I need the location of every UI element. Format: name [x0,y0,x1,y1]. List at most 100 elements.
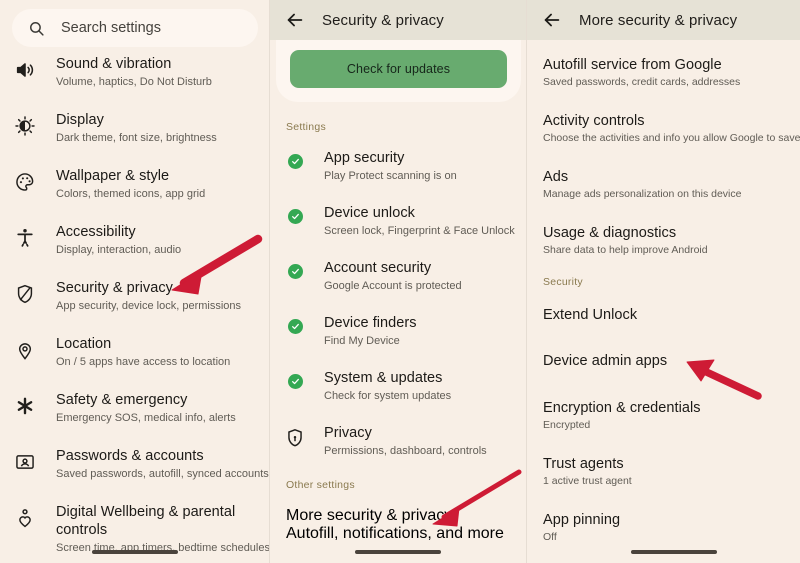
section-label-settings: Settings [286,121,326,133]
list-item-texts: Privacy Permissions, dashboard, controls [324,424,513,459]
list-item-usage-diagnostics[interactable]: Usage & diagnostics Share data to help i… [527,224,800,258]
sidebar-item-subtitle: Volume, haptics, Do Not Disturb [56,76,212,88]
list-item-autofill-service[interactable]: Autofill service from Google Saved passw… [527,56,800,90]
sidebar-item-title: Wallpaper & style [56,168,170,184]
sidebar-item-location[interactable]: Location On / 5 apps have access to loca… [0,335,270,370]
list-item-subtitle: Manage ads personalization on this devic… [543,188,742,200]
settings-list: Sound & vibration Volume, haptics, Do No… [0,55,270,556]
sidebar-item-texts: Display Dark theme, font size, brightnes… [56,111,256,146]
green-check-icon [284,209,306,224]
location-pin-icon [14,339,36,361]
brightness-icon [14,115,36,137]
screenshot-root: Search settings Sound & vibration Volume… [0,0,800,563]
list-item-account-security[interactable]: Account security Google Account is prote… [270,259,527,294]
list-item-title: App security [324,150,405,166]
sidebar-item-passwords-accounts[interactable]: Passwords & accounts Saved passwords, au… [0,447,270,482]
list-item-texts: Account security Google Account is prote… [324,259,513,294]
speaker-icon [14,59,36,81]
list-item-app-pinning[interactable]: App pinning Off [527,511,800,545]
list-item-extend-unlock[interactable]: Extend Unlock [527,306,800,324]
home-indicator [631,550,717,554]
id-badge-icon [14,451,36,473]
check-for-updates-button[interactable]: Check for updates [290,50,507,88]
list-item-texts: System & updates Check for system update… [324,369,513,404]
security-sublist: Extend Unlock Device admin apps Encrypti… [527,306,800,545]
back-arrow-icon[interactable] [284,9,306,31]
list-item-title: Autofill service from Google [543,57,722,73]
panel-security-privacy: Security & privacy Check for updates Set… [270,0,527,563]
search-icon [28,20,45,37]
shield-lock-icon [284,427,306,449]
list-item-title: Device finders [324,315,417,331]
list-item-subtitle: Share data to help improve Android [543,244,708,256]
search-input[interactable]: Search settings [12,9,258,47]
list-item-subtitle: Saved passwords, credit cards, addresses [543,76,741,88]
list-item-subtitle: Play Protect scanning is on [324,170,457,182]
list-item-title: Device unlock [324,205,415,221]
sidebar-item-display[interactable]: Display Dark theme, font size, brightnes… [0,111,270,146]
sidebar-item-safety-emergency[interactable]: Safety & emergency Emergency SOS, medica… [0,391,270,426]
sidebar-item-title: Safety & emergency [56,392,188,408]
update-card: Check for updates [276,40,521,102]
list-item-encryption-credentials[interactable]: Encryption & credentials Encrypted [527,399,800,433]
sidebar-item-title: Security & privacy [56,280,173,296]
app-bar-security-privacy: Security & privacy [270,0,527,40]
section-label-other-settings: Other settings [286,479,355,491]
list-item-title: System & updates [324,370,443,386]
green-check-icon [284,374,306,389]
more-security-list: Autofill service from Google Saved passw… [527,56,800,258]
sidebar-item-wallpaper-style[interactable]: Wallpaper & style Colors, themed icons, … [0,167,270,202]
list-item-system-updates[interactable]: System & updates Check for system update… [270,369,527,404]
sidebar-item-subtitle: Display, interaction, audio [56,244,182,256]
sidebar-item-title: Digital Wellbeing & parental controls [56,504,236,538]
security-settings-list: App security Play Protect scanning is on… [270,149,527,459]
sidebar-item-texts: Location On / 5 apps have access to loca… [56,335,256,370]
green-check-icon [284,154,306,169]
list-item-texts: Device unlock Screen lock, Fingerprint &… [324,204,515,239]
search-placeholder-text: Search settings [61,20,161,36]
panel-settings-list: Search settings Sound & vibration Volume… [0,0,270,563]
sidebar-item-accessibility[interactable]: Accessibility Display, interaction, audi… [0,223,270,258]
palette-icon [14,171,36,193]
sidebar-item-security-privacy[interactable]: Security & privacy App security, device … [0,279,270,314]
sidebar-item-sound-vibration[interactable]: Sound & vibration Volume, haptics, Do No… [0,55,270,90]
list-item-device-finders[interactable]: Device finders Find My Device [270,314,527,349]
sidebar-item-title: Location [56,336,112,352]
accessibility-icon [14,227,36,249]
app-bar-title: Security & privacy [322,11,444,29]
sidebar-item-subtitle: Saved passwords, autofill, synced accoun… [56,468,269,480]
sidebar-item-texts: Safety & emergency Emergency SOS, medica… [56,391,256,426]
list-item-subtitle: Off [543,531,557,543]
panel-more-security-privacy: More security & privacy Autofill service… [527,0,800,563]
app-bar-more-security-privacy: More security & privacy [527,0,800,40]
list-item-subtitle: Choose the activities and info you allow… [543,132,800,144]
list-item-title: Usage & diagnostics [543,225,677,241]
list-item-activity-controls[interactable]: Activity controls Choose the activities … [527,112,800,146]
sidebar-item-title: Sound & vibration [56,56,172,72]
back-arrow-icon[interactable] [541,9,563,31]
sidebar-item-texts: Passwords & accounts Saved passwords, au… [56,447,269,482]
list-item-device-admin-apps[interactable]: Device admin apps [527,352,800,370]
list-item-subtitle: Autofill, notifications, and more [286,525,504,542]
list-item-device-unlock[interactable]: Device unlock Screen lock, Fingerprint &… [270,204,527,239]
list-item-subtitle: 1 active trust agent [543,475,632,487]
list-item-title: Extend Unlock [543,307,638,323]
sidebar-item-texts: Wallpaper & style Colors, themed icons, … [56,167,256,202]
home-indicator [355,550,441,554]
sidebar-item-texts: Accessibility Display, interaction, audi… [56,223,256,258]
list-item-more-security-privacy[interactable]: More security & privacy Autofill, notifi… [270,507,527,543]
section-label-security: Security [543,276,583,288]
sidebar-item-texts: Digital Wellbeing & parental controls Sc… [56,503,270,556]
list-item-trust-agents[interactable]: Trust agents 1 active trust agent [527,455,800,489]
sidebar-item-subtitle: Emergency SOS, medical info, alerts [56,412,236,424]
app-bar-title: More security & privacy [579,11,738,29]
list-item-texts: Device finders Find My Device [324,314,513,349]
list-item-title: Device admin apps [543,353,668,369]
list-item-app-security[interactable]: App security Play Protect scanning is on [270,149,527,184]
list-item-ads[interactable]: Ads Manage ads personalization on this d… [527,168,800,202]
sidebar-item-digital-wellbeing[interactable]: Digital Wellbeing & parental controls Sc… [0,503,270,556]
sidebar-item-title: Accessibility [56,224,136,240]
list-item-privacy[interactable]: Privacy Permissions, dashboard, controls [270,424,527,459]
list-item-title: Trust agents [543,456,624,472]
asterisk-icon [14,395,36,417]
